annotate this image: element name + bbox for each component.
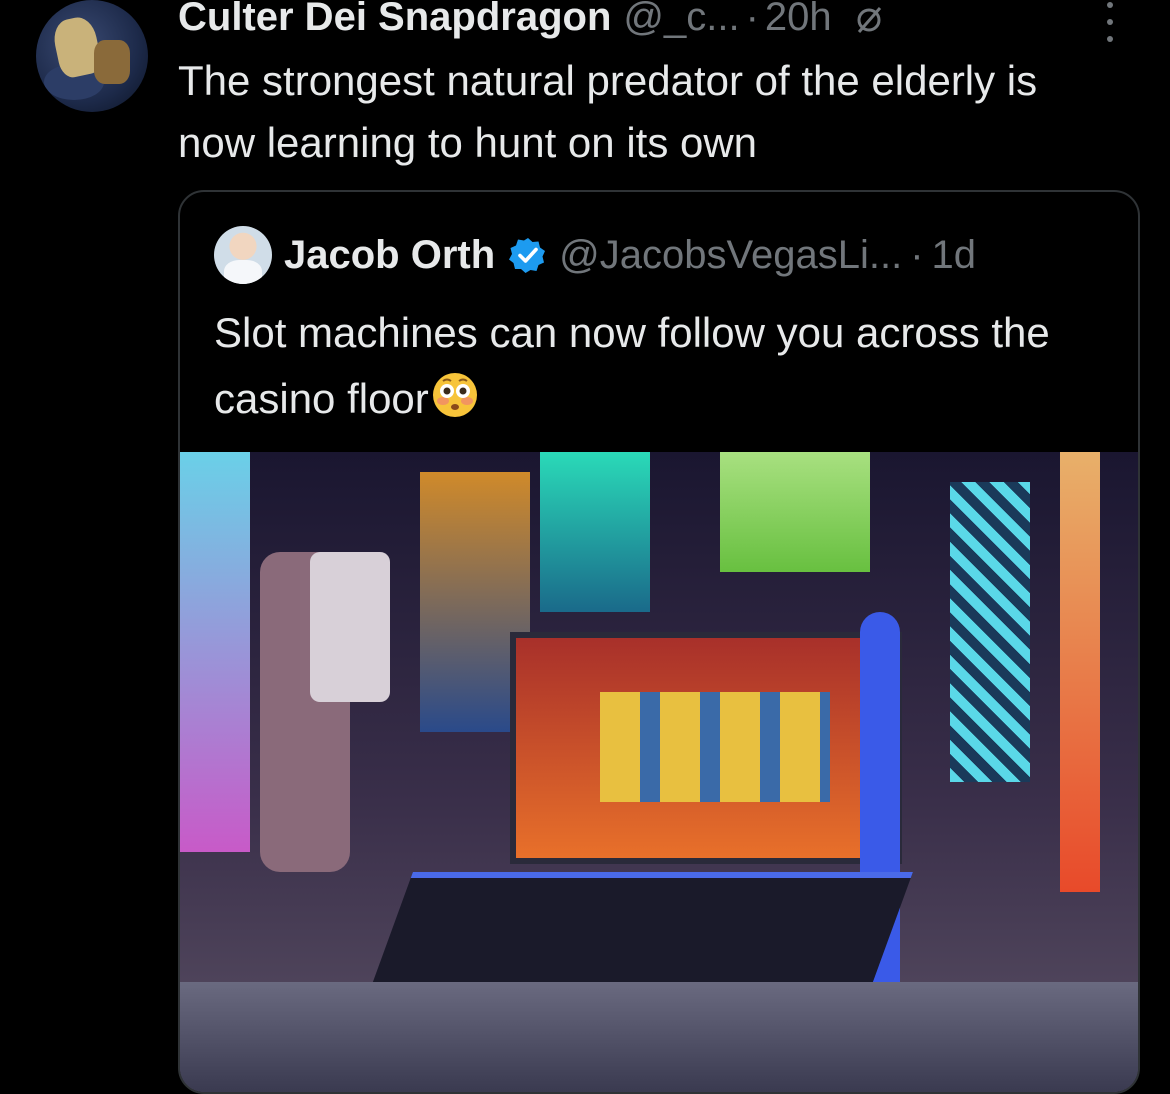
user-handle[interactable]: @_c... [623, 0, 739, 37]
display-name[interactable]: Culter Dei Snapdragon [178, 0, 611, 37]
media-art [1060, 452, 1100, 892]
quoted-post-time[interactable]: 1d [932, 233, 977, 278]
post-text: The strongest natural predator of the el… [178, 57, 1038, 166]
media-art [180, 452, 250, 852]
avatar-art [224, 260, 262, 284]
media-art [540, 452, 650, 612]
quoted-user-handle[interactable]: @JacobsVegasLi... [559, 233, 902, 278]
quoted-post[interactable]: Jacob Orth @JacobsVegasLi... · 1d Slot m… [178, 190, 1140, 1094]
quoted-post-text-container: Slot machines can now follow you across … [214, 300, 1094, 432]
quoted-header: Jacob Orth @JacobsVegasLi... · 1d [284, 224, 976, 286]
more-options-icon[interactable] [1098, 2, 1122, 42]
video-thumbnail[interactable] [180, 452, 1138, 1092]
avatar[interactable] [36, 0, 148, 112]
quoted-display-name[interactable]: Jacob Orth [284, 233, 495, 278]
media-art [720, 452, 870, 572]
grok-icon[interactable] [854, 2, 884, 33]
media-art [180, 982, 1138, 1092]
media-art [600, 692, 830, 802]
post-time[interactable]: 20h [765, 0, 832, 37]
separator-dot: · [745, 0, 759, 39]
verified-icon [509, 238, 546, 273]
flushed-face-icon [431, 371, 479, 419]
post-header: Culter Dei Snapdragon @_c... · 20h [178, 0, 884, 46]
media-art [950, 482, 1030, 782]
quoted-post-text: Slot machines can now follow you across … [214, 309, 1050, 422]
separator-dot: · [910, 232, 924, 277]
quoted-avatar[interactable] [214, 226, 272, 284]
avatar-art [94, 40, 130, 84]
media-art [310, 552, 390, 702]
media-art [367, 872, 913, 998]
